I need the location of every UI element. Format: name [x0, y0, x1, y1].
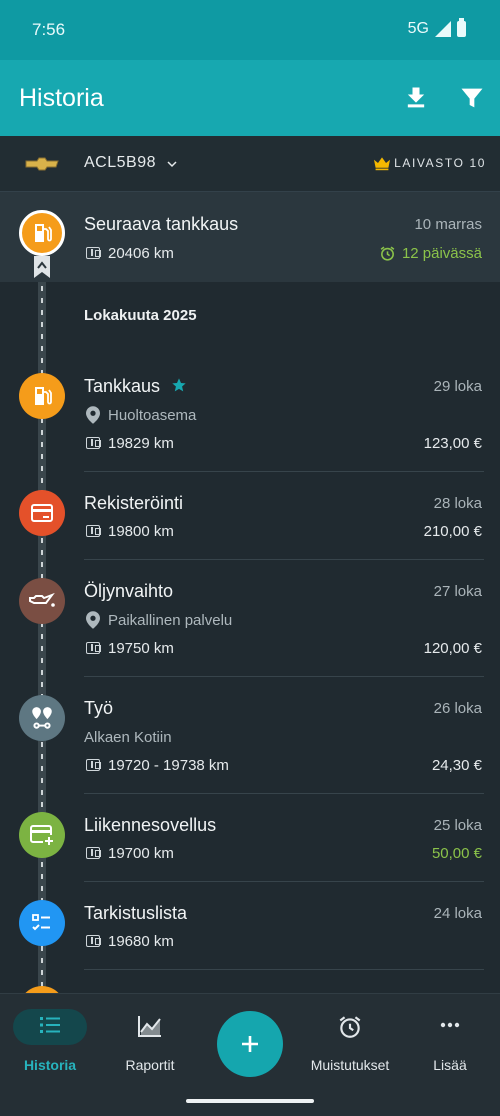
odometer-icon [86, 847, 101, 859]
signal-icon [435, 21, 451, 37]
entry-date: 25 loka [433, 817, 482, 834]
chart-icon [138, 1016, 161, 1037]
nav-label: Lisää [433, 1057, 467, 1073]
entry-cost: 24,30 € [431, 757, 482, 774]
entry-date: 27 loka [433, 583, 482, 600]
plus-icon [242, 1036, 258, 1052]
entry-odometer: 19800 km [108, 523, 174, 540]
vehicle-plate[interactable]: ACL5B98 [84, 154, 156, 172]
next-refuel-odometer: 20406 km [108, 245, 174, 262]
entry-date: 26 loka [433, 700, 482, 717]
chevrolet-logo-icon [25, 157, 59, 171]
nav-more[interactable]: Lisää [400, 994, 500, 1094]
gesture-handle[interactable] [186, 1099, 314, 1103]
entry-location: Paikallinen palvelu [108, 612, 233, 629]
fleet-badge[interactable]: LAIVASTO 10 [394, 156, 486, 170]
nav-label: Muistutukset [310, 1057, 390, 1073]
checklist-icon [19, 900, 65, 946]
entry-cost: 50,00 € [431, 845, 482, 862]
alarm-icon [339, 1016, 361, 1038]
month-header: Lokakuuta 2025 [84, 307, 197, 324]
status-time: 7:56 [32, 20, 66, 39]
entry-odometer: 19700 km [108, 845, 174, 862]
entry-cost: 210,00 € [423, 523, 482, 540]
entry-odometer: 19750 km [108, 640, 174, 657]
crown-icon [374, 157, 390, 171]
download-icon[interactable] [402, 84, 430, 112]
star-icon [172, 378, 186, 392]
card-icon [19, 490, 65, 536]
entry-date: 29 loka [433, 378, 482, 395]
divider [84, 881, 484, 882]
next-refuel-countdown: 12 päivässä [401, 245, 482, 262]
chevron-down-icon[interactable] [166, 158, 178, 170]
vehicle-selector-bar: ACL5B98 LAIVASTO 10 [0, 136, 500, 192]
timeline-arrow-icon [34, 256, 50, 278]
nav-reminders[interactable]: Muistutukset [300, 994, 400, 1094]
odometer-icon [86, 642, 101, 654]
nav-reports[interactable]: Raportit [100, 994, 200, 1094]
entry-odometer: 19680 km [108, 933, 174, 950]
location-pin-icon [86, 611, 100, 629]
entry-cost: 123,00 € [423, 435, 482, 452]
battery-icon [457, 18, 466, 37]
divider [84, 471, 484, 472]
entry-title: Öljynvaihto [84, 581, 174, 601]
list-icon [40, 1017, 60, 1033]
divider [84, 559, 484, 560]
next-refuel-date: 10 marras [414, 216, 482, 233]
card-add-icon [19, 812, 65, 858]
odometer-icon [86, 437, 101, 449]
fuel-pump-icon [19, 373, 65, 419]
odometer-icon [86, 935, 101, 947]
next-refuel-card[interactable]: Seuraava tankkaus 10 marras 20406 km 12 … [0, 192, 500, 282]
next-refuel-title: Seuraava tankkaus [84, 214, 239, 234]
network-label: 5G [407, 20, 429, 37]
entry-title: Rekisteröinti [84, 493, 184, 513]
entry-title: Tankkaus [84, 376, 161, 396]
alarm-icon [380, 246, 395, 261]
filter-icon[interactable] [458, 84, 486, 112]
entry-odometer: 19829 km [108, 435, 174, 452]
app-bar: Historia [0, 60, 500, 136]
entry-date: 28 loka [433, 495, 482, 512]
entry-date: 24 loka [433, 905, 482, 922]
fuel-pump-icon [19, 210, 65, 256]
oil-can-icon [19, 578, 65, 624]
entry-location: Huoltoasema [108, 407, 197, 424]
entry-subtitle: Alkaen Kotiin [84, 729, 172, 746]
route-icon [19, 695, 65, 741]
entry-title: Tarkistuslista [84, 903, 188, 923]
divider [84, 969, 484, 970]
entry-odometer: 19720 - 19738 km [108, 757, 229, 774]
status-bar: 7:56 5G [0, 0, 500, 60]
nav-history[interactable]: Historia [0, 994, 100, 1094]
divider [84, 793, 484, 794]
entry-title: Liikennesovellus [84, 815, 217, 835]
entry-cost: 120,00 € [423, 640, 482, 657]
bottom-navigation: Historia Raportit Muistutukset Lisää [0, 993, 500, 1116]
location-pin-icon [86, 406, 100, 424]
odometer-icon [86, 247, 101, 259]
nav-label: Historia [23, 1057, 77, 1073]
page-title: Historia [19, 84, 104, 112]
odometer-icon [86, 525, 101, 537]
nav-label: Raportit [125, 1057, 175, 1073]
entry-title: Työ [84, 698, 114, 718]
odometer-icon [86, 759, 101, 771]
divider [84, 676, 484, 677]
more-icon [440, 1022, 460, 1028]
add-entry-button[interactable] [217, 1011, 283, 1077]
